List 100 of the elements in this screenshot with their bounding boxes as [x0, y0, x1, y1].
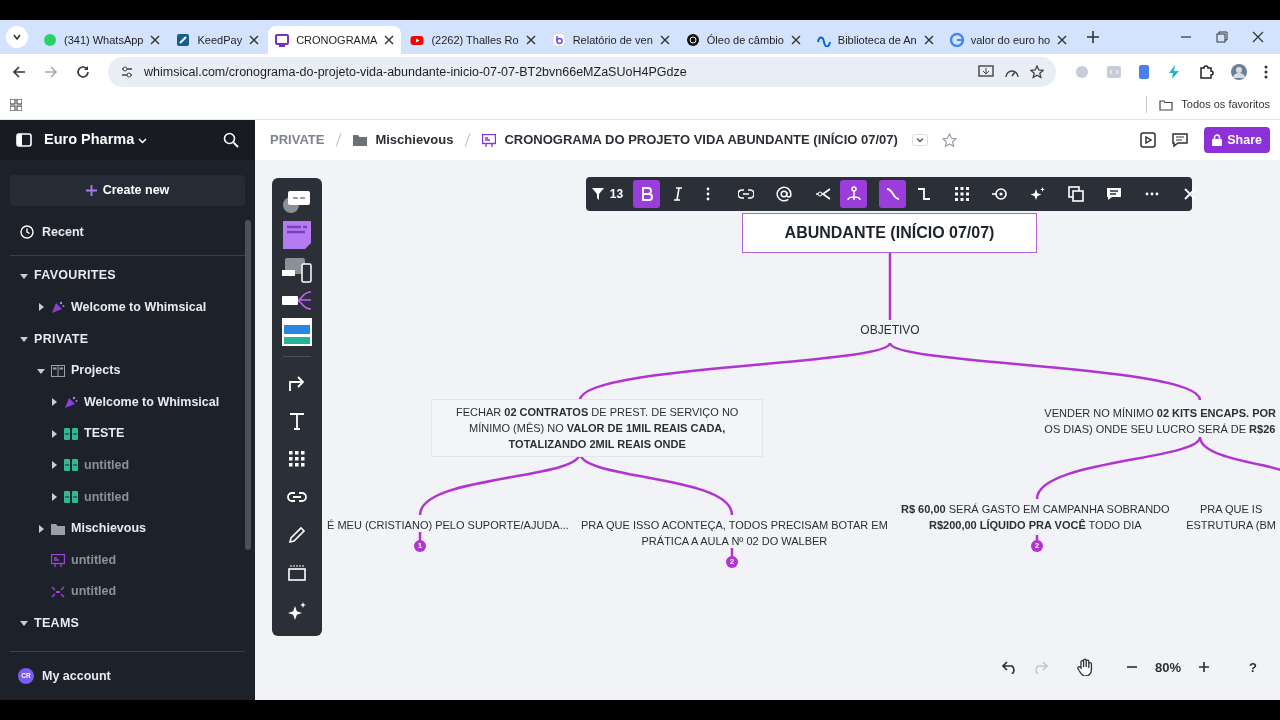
close-icon[interactable] [923, 35, 934, 45]
sidebar-item[interactable]: untitled [84, 487, 130, 507]
star-icon[interactable] [1030, 65, 1044, 79]
target-icon[interactable] [992, 186, 1008, 202]
browser-tab[interactable]: Relatório de ven [544, 26, 677, 54]
card-template-icon[interactable] [282, 188, 312, 214]
site-info-icon[interactable] [120, 65, 134, 79]
puzzle-icon[interactable] [1198, 64, 1214, 80]
reload-icon[interactable] [76, 65, 90, 79]
close-icon[interactable] [384, 35, 395, 45]
close-icon[interactable] [1182, 186, 1198, 202]
browser-tab[interactable]: (341) WhatsApp [36, 26, 168, 54]
close-icon[interactable] [1252, 31, 1264, 43]
close-icon[interactable] [790, 35, 801, 45]
caret-icon[interactable] [50, 429, 58, 438]
caret-icon[interactable] [20, 619, 28, 628]
curved-line-button[interactable] [879, 180, 906, 208]
help-button[interactable]: ? [1246, 654, 1260, 680]
caret-icon[interactable] [50, 398, 58, 407]
frame-icon[interactable] [287, 563, 307, 583]
grid-icon[interactable] [287, 449, 307, 469]
caret-icon[interactable] [20, 335, 28, 343]
caret-icon[interactable] [37, 524, 45, 533]
browser-tab[interactable]: Óleo de câmbio [678, 26, 808, 54]
sidebar-item[interactable]: Projects [71, 361, 121, 380]
scrollbar-thumb[interactable] [245, 220, 251, 550]
caret-icon[interactable] [20, 271, 28, 280]
sidebar-item[interactable]: TESTE [84, 424, 125, 444]
browser-tab[interactable]: KeedPay [169, 26, 267, 54]
star-icon[interactable] [941, 132, 957, 148]
sparkle-icon[interactable] [287, 601, 307, 621]
browser-tab[interactable]: (2262) Thalles Ro [403, 26, 543, 54]
mind-map-icon[interactable] [282, 290, 312, 312]
text-icon[interactable] [287, 411, 307, 431]
flowchart-icon[interactable] [282, 318, 312, 346]
comment-icon[interactable] [1106, 186, 1122, 202]
duplicate-icon[interactable] [1068, 186, 1084, 202]
browser-tab[interactable]: Biblioteca de An [809, 26, 941, 54]
section-heading[interactable]: TEAMS [34, 613, 80, 633]
font-size-button[interactable]: 13 [594, 180, 621, 208]
menu-icon[interactable] [1264, 65, 1268, 79]
sidebar-item[interactable]: untitled [71, 582, 117, 602]
breadcrumb-link[interactable]: CRONOGRAMA DO PROJETO VIDA ABUNDANTE (INÍCIO 07/07) [482, 130, 898, 150]
mention-icon[interactable] [776, 186, 792, 202]
sidebar-item[interactable]: untitled [71, 550, 117, 570]
arrow-icon[interactable] [287, 373, 307, 393]
hand-icon[interactable] [1076, 658, 1094, 677]
close-icon[interactable] [525, 35, 536, 45]
node-text[interactable]: É MEU (CRISTIANO) PELO SUPORTE/AJUDA... [323, 517, 573, 533]
create-new-button[interactable]: Create new [10, 175, 245, 206]
breadcrumb-link[interactable]: PRIVATE [270, 130, 325, 150]
browser-tab[interactable]: CRONOGRAMA [268, 26, 402, 54]
restore-icon[interactable] [1216, 31, 1228, 43]
recent-item[interactable]: Recent [0, 217, 255, 247]
node-text[interactable]: OBJETIVO [840, 322, 940, 338]
zoom-in-icon[interactable] [1198, 661, 1211, 674]
apps-icon[interactable] [10, 98, 22, 111]
close-icon[interactable] [150, 35, 161, 45]
tab-list-button[interactable] [6, 26, 28, 48]
phone-icon[interactable] [1138, 64, 1150, 80]
node-text[interactable]: PRA QUE IS ESTRUTURA (BM [1182, 501, 1280, 533]
sparkle-icon[interactable] [1030, 186, 1046, 202]
root-node[interactable]: ABUNDANTE (INÍCIO 07/07) [742, 213, 1037, 253]
wireframe-icon[interactable] [282, 256, 312, 284]
close-icon[interactable] [659, 35, 670, 45]
sidebar-item[interactable]: Welcome to Whimsical [71, 298, 207, 317]
section-heading[interactable]: PRIVATE [34, 329, 89, 349]
search-icon[interactable] [223, 132, 239, 148]
breadcrumb-link[interactable]: Mischievous [353, 130, 454, 150]
sidebar-item[interactable]: Welcome to Whimsical [84, 392, 220, 412]
sidebar-item[interactable]: untitled [84, 456, 130, 475]
node-text[interactable]: FECHAR 02 CONTRATOS DE PREST. DE SERVIÇO NO MÍNIMO (MÊS) NO VALOR DE 1MIL REAIS CADA, TOTALIZANDO 2MIL REAIS ONDE [431, 399, 764, 457]
close-icon[interactable] [249, 35, 260, 45]
sticky-note-icon[interactable] [282, 220, 312, 250]
node-text[interactable]: VENDER NO MÍNIMO 02 KITS ENCAPS. POR OS DIAS) ONDE SEU LUCRO SERÁ DE R$26 [1040, 405, 1280, 437]
caret-icon[interactable] [50, 492, 58, 501]
zoom-level[interactable]: 80% [1152, 654, 1185, 680]
avatar-icon[interactable] [1230, 63, 1248, 81]
tree-layout-button[interactable] [840, 180, 867, 208]
caret-icon[interactable] [50, 461, 58, 470]
pencil-icon[interactable] [287, 525, 307, 545]
browser-tab[interactable]: valor do euro ho [942, 26, 1075, 54]
address-bar[interactable]: whimsical.com/cronograma-do-projeto-vida-abundante-inicio-07-07-BT2bvn66eMZaSUoH4PGdze [108, 57, 1056, 87]
back-icon[interactable] [12, 65, 26, 79]
comment-icon[interactable] [1172, 132, 1189, 148]
node-text[interactable]: PRA QUE ISSO ACONTEÇA, TODOS PRECISAM BOTAR EM PRÁTICA A AULA Nº 02 DO WALBER [577, 517, 892, 549]
sidebar-item[interactable]: Mischievous [71, 519, 147, 538]
section-heading[interactable]: FAVOURITES [34, 266, 116, 286]
node-text[interactable]: R$ 60,00 SERÁ GASTO EM CAMPANHA SOBRANDO R$200,00 LÍQUIDO PRA VOCÊ TODO DIA [897, 501, 1174, 533]
grid-icon[interactable] [954, 186, 970, 202]
new-tab-icon[interactable] [1086, 30, 1101, 44]
install-icon[interactable] [978, 65, 994, 79]
sidebar-toggle-icon[interactable] [16, 133, 32, 147]
caret-icon[interactable] [37, 303, 45, 312]
share-button[interactable]: Share [1204, 127, 1270, 153]
undo-icon[interactable] [1002, 660, 1018, 675]
bold-button[interactable] [633, 180, 660, 208]
close-icon[interactable] [1057, 35, 1068, 45]
link-icon[interactable] [738, 186, 754, 202]
caret-icon[interactable] [914, 135, 925, 145]
